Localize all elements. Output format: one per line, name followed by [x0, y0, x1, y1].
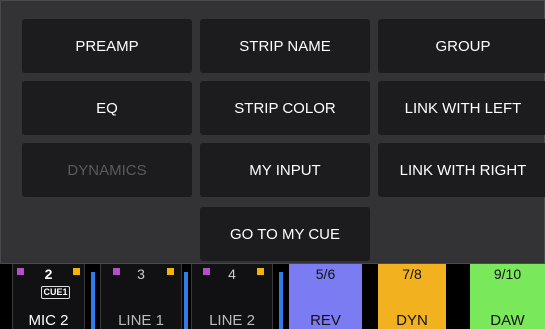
strip-label: LINE 2 [209, 312, 255, 329]
go-to-my-cue-button[interactable]: GO TO MY CUE [200, 207, 370, 261]
preamp-button[interactable]: PREAMP [22, 19, 192, 73]
cue-badge: CUE1 [41, 286, 70, 299]
link-with-left-button[interactable]: LINK WITH LEFT [378, 81, 545, 135]
strip-context-menu: PREAMP STRIP NAME GROUP EQ STRIP COLOR L… [0, 0, 545, 264]
strip-name-button[interactable]: STRIP NAME [200, 19, 370, 73]
my-input-button[interactable]: MY INPUT [200, 143, 370, 197]
channel-strip-dyn[interactable]: 7/8 DYN [378, 264, 446, 329]
strip-label: LINE 1 [118, 312, 164, 329]
group-button[interactable]: GROUP [378, 19, 545, 73]
channel-strip-row: 2 CUE1 MIC 2 3 LINE 1 4 LINE 2 5/6 REV 7… [0, 264, 545, 329]
strip-label: REV [310, 312, 341, 329]
strip-color-button[interactable]: STRIP COLOR [200, 81, 370, 135]
strip-number: 7/8 [402, 266, 422, 282]
strip-number: 4 [228, 266, 236, 282]
strip-number: 2 [44, 266, 53, 282]
channel-strip-rev[interactable]: 5/6 REV [289, 264, 362, 329]
channel-strip-line2[interactable]: 4 LINE 2 [191, 264, 273, 329]
strip-number: 3 [137, 266, 145, 282]
channel-strip-mic2[interactable]: 2 CUE1 MIC 2 [12, 264, 85, 329]
blue-bar-icon [91, 272, 95, 329]
channel-strip-daw[interactable]: 9/10 DAW [470, 264, 545, 329]
strip-label: MIC 2 [28, 312, 69, 329]
link-with-right-button[interactable]: LINK WITH RIGHT [378, 143, 545, 197]
channel-strip-line1[interactable]: 3 LINE 1 [100, 264, 182, 329]
blue-bar-icon [184, 272, 188, 329]
blue-bar-icon [279, 272, 283, 329]
strip-number: 5/6 [315, 266, 336, 282]
strip-number: 9/10 [493, 266, 522, 282]
strip-label: DYN [396, 312, 428, 329]
eq-button[interactable]: EQ [22, 81, 192, 135]
dynamics-button: DYNAMICS [22, 143, 192, 197]
strip-label: DAW [490, 312, 525, 329]
